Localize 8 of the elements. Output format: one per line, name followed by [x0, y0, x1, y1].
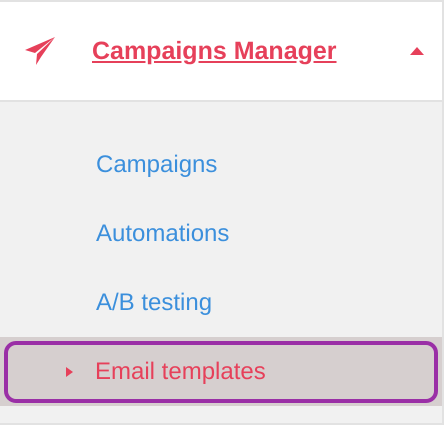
menu-title[interactable]: Campaigns Manager	[92, 36, 410, 66]
collapse-caret-icon[interactable]	[410, 47, 424, 55]
caret-icon	[66, 366, 73, 376]
submenu-item[interactable]: Campaigns	[0, 150, 442, 178]
submenu-item[interactable]: Email templates	[4, 340, 438, 402]
submenu-item[interactable]: A/B testing	[0, 288, 442, 316]
paper-plane-icon	[24, 36, 56, 66]
submenu-item[interactable]: Automations	[0, 220, 442, 248]
